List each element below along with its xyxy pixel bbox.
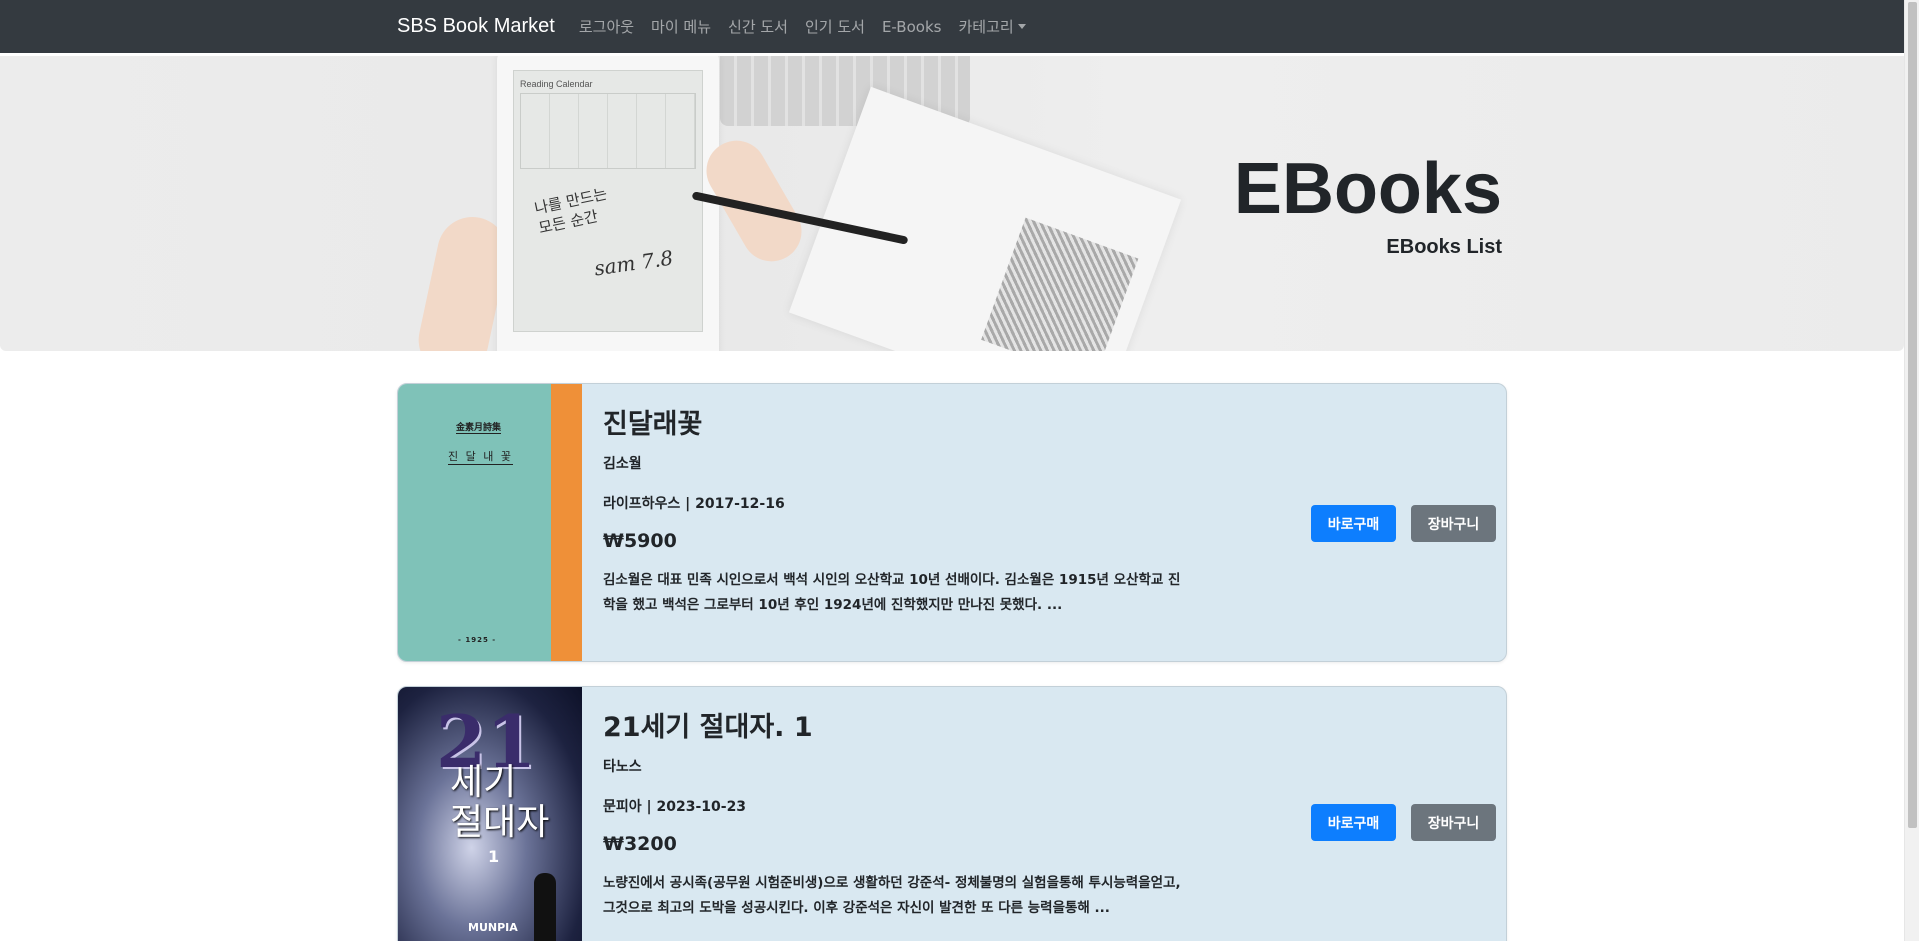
tablet-image: Reading Calendar 나를 만드는 모든 순간 sam 7.8 xyxy=(497,56,719,351)
book-publisher-date: 라이프하우스 | 2017-12-16 xyxy=(603,496,785,512)
cover-spine xyxy=(551,384,582,661)
handwriting-sign: sam 7.8 xyxy=(592,245,675,281)
cover-figure xyxy=(534,873,556,941)
book-author: 타노스 xyxy=(603,759,642,775)
cover-text: 진 달 내 꽃 xyxy=(448,450,513,465)
cover-text: 세기 절대자 xyxy=(450,763,549,843)
scrollbar-thumb[interactable] xyxy=(1908,2,1917,828)
book-title: 21세기 절대자. 1 xyxy=(603,712,813,743)
page-scrollbar[interactable] xyxy=(1904,0,1919,941)
calendar-grid xyxy=(520,93,696,169)
calendar-label: Reading Calendar xyxy=(520,79,593,89)
cover-text: - 1925 - xyxy=(458,636,497,644)
buy-now-button[interactable]: 바로구매 xyxy=(1311,804,1396,841)
cover-text: 金素月詩集 xyxy=(456,420,502,434)
book-price: ₩5900 xyxy=(603,530,677,552)
book-price: ₩3200 xyxy=(603,833,677,855)
nav-ebooks[interactable]: E-Books xyxy=(882,18,942,36)
nav-my-menu[interactable]: 마이 메뉴 xyxy=(651,16,711,37)
publisher-logo: MUNPIA xyxy=(468,921,518,934)
buy-now-button[interactable]: 바로구매 xyxy=(1311,505,1396,542)
nav-new-books[interactable]: 신간 도서 xyxy=(728,16,788,37)
book-description: 노량진에서 공시족(공무원 시험준비생)으로 생활하던 강준석- 정체불명의 실… xyxy=(603,875,1181,916)
cover-text-line: 세기 xyxy=(450,762,517,803)
book-card: 21 세기 절대자 1 MUNPIA 21세기 절대자. 1 타노스 문피아 |… xyxy=(397,686,1507,941)
book-cover-image[interactable]: 21 세기 절대자 1 MUNPIA xyxy=(398,687,582,941)
add-to-cart-button[interactable]: 장바구니 xyxy=(1411,804,1496,841)
navbar: SBS Book Market 로그아웃 마이 메뉴 신간 도서 인기 도서 E… xyxy=(0,0,1904,53)
cover-text-line: 절대자 xyxy=(450,802,550,843)
nav-category-dropdown[interactable]: 카테고리 xyxy=(958,16,1025,37)
cover-volume: 1 xyxy=(488,847,500,866)
book-author: 김소월 xyxy=(603,456,642,472)
book-publisher-date: 문피아 | 2023-10-23 xyxy=(603,799,747,815)
add-to-cart-button[interactable]: 장바구니 xyxy=(1411,505,1496,542)
handwriting-text: 나를 만드는 모든 순간 xyxy=(533,184,613,238)
tablet-screen: Reading Calendar 나를 만드는 모든 순간 sam 7.8 xyxy=(513,70,703,332)
page-title: EBooks xyxy=(1233,149,1502,229)
nav-logout[interactable]: 로그아웃 xyxy=(579,16,634,37)
book-description: 김소월은 대표 민족 시인으로서 백석 시인의 오산학교 10년 선배이다. 김… xyxy=(603,572,1181,613)
brand-link[interactable]: SBS Book Market xyxy=(397,15,555,38)
book-cover-image[interactable]: 金素月詩集 진 달 내 꽃 - 1925 - xyxy=(398,384,582,661)
hero-banner: Reading Calendar 나를 만드는 모든 순간 sam 7.8 EB… xyxy=(0,56,1904,351)
open-book-image xyxy=(788,86,1182,351)
nav-popular-books[interactable]: 인기 도서 xyxy=(805,16,865,37)
page-subtitle: EBooks List xyxy=(1386,236,1502,258)
book-illustration xyxy=(981,217,1139,351)
book-title: 진달래꽃 xyxy=(603,409,703,440)
book-card: 金素月詩集 진 달 내 꽃 - 1925 - 진달래꽃 김소월 라이프하우스 |… xyxy=(397,383,1507,662)
